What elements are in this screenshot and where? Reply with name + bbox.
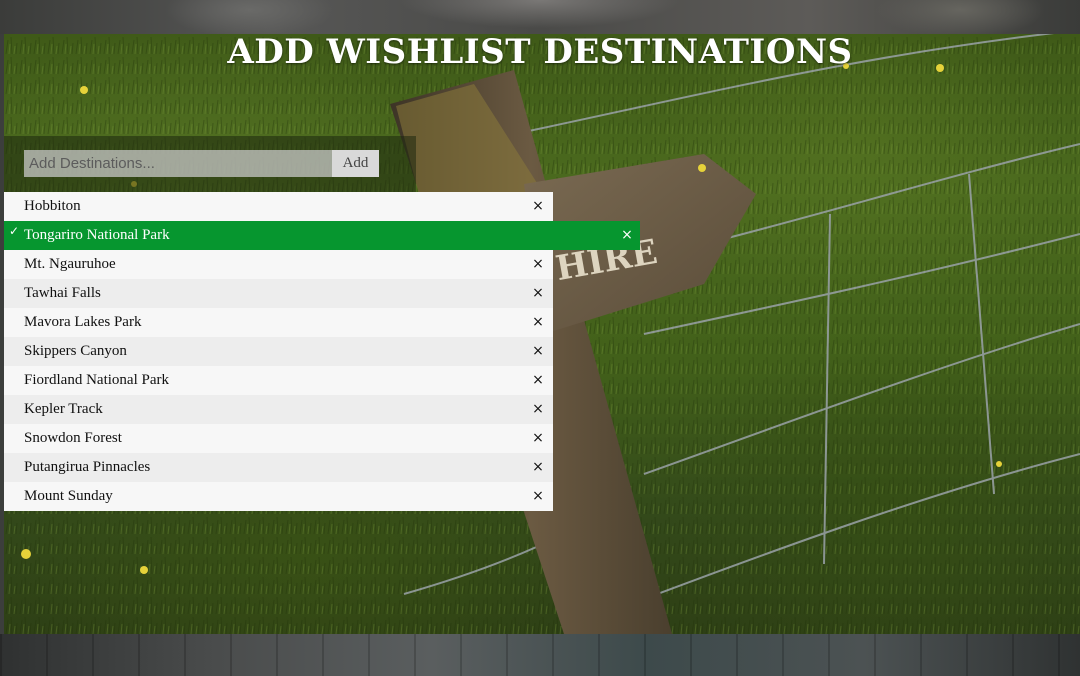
list-item[interactable]: Putangirua Pinnacles × [4, 453, 553, 482]
close-icon[interactable]: × [531, 308, 545, 337]
list-item[interactable]: Skippers Canyon × [4, 337, 553, 366]
list-item[interactable]: Hobbiton × [4, 192, 553, 221]
list-item-label: Kepler Track [24, 401, 103, 417]
close-icon[interactable]: × [531, 395, 545, 424]
close-icon[interactable]: × [531, 279, 545, 308]
background-top-strip [0, 0, 1080, 34]
list-item[interactable]: Mavora Lakes Park × [4, 308, 553, 337]
close-icon[interactable]: × [531, 424, 545, 453]
close-icon[interactable]: × [531, 192, 545, 221]
close-icon[interactable]: × [531, 482, 545, 511]
close-icon[interactable]: × [620, 221, 634, 250]
list-item-label: Mt. Ngauruhoe [24, 256, 116, 272]
close-icon[interactable]: × [531, 366, 545, 395]
list-item-label: Hobbiton [24, 198, 81, 214]
list-item[interactable]: Tawhai Falls × [4, 279, 553, 308]
list-item-label: Snowdon Forest [24, 430, 122, 446]
list-item-label: Putangirua Pinnacles [24, 459, 151, 475]
list-item-label: Tongariro National Park [24, 227, 170, 243]
close-icon[interactable]: × [531, 250, 545, 279]
destination-list: Hobbiton × ✓ Tongariro National Park × M… [4, 192, 640, 511]
list-item-label: Fiordland National Park [24, 372, 169, 388]
list-item[interactable]: Snowdon Forest × [4, 424, 553, 453]
add-destination-input[interactable] [24, 150, 332, 177]
background-bottom-strip [0, 634, 1080, 676]
close-icon[interactable]: × [531, 337, 545, 366]
list-item-label: Tawhai Falls [24, 285, 101, 301]
list-item[interactable]: Mt. Ngauruhoe × [4, 250, 553, 279]
list-item-label: Mount Sunday [24, 488, 113, 504]
list-item[interactable]: Mount Sunday × [4, 482, 553, 511]
close-icon[interactable]: × [531, 453, 545, 482]
list-item-label: Skippers Canyon [24, 343, 127, 359]
add-button[interactable]: Add [332, 150, 379, 177]
list-item-checked[interactable]: ✓ Tongariro National Park × [4, 221, 640, 250]
page-title: ADD WISHLIST DESTINATIONS [227, 32, 853, 72]
list-item[interactable]: Kepler Track × [4, 395, 553, 424]
check-icon: ✓ [9, 224, 20, 238]
list-item[interactable]: Fiordland National Park × [4, 366, 553, 395]
list-item-label: Mavora Lakes Park [24, 314, 142, 330]
